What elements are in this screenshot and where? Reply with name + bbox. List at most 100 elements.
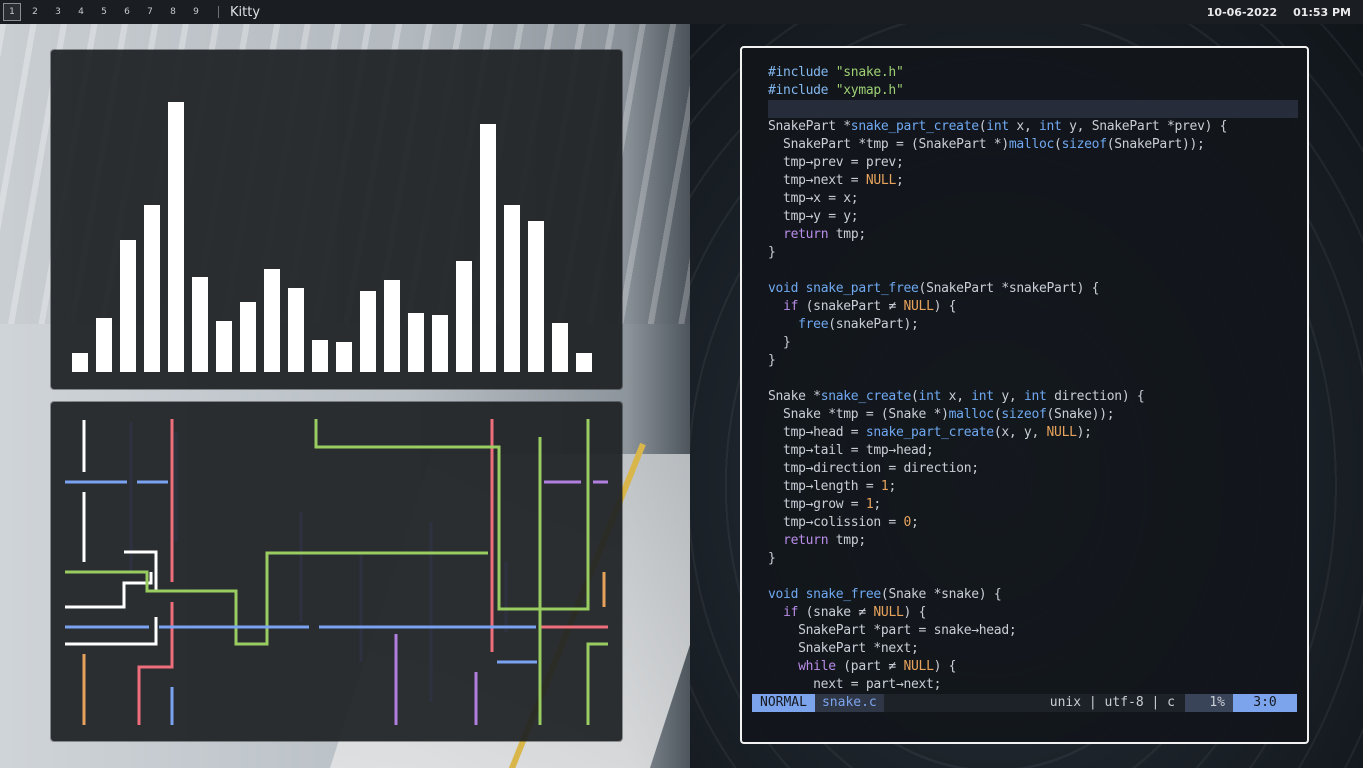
- code-line: tmp→colission = 0;: [768, 514, 1298, 532]
- code-line: tmp→grow = 1;: [768, 496, 1298, 514]
- visualizer-bar: [528, 221, 544, 372]
- top-bar: 123456789 Kitty 10-06-2022 01:53 PM: [0, 0, 1363, 24]
- workspace-1[interactable]: 1: [3, 3, 21, 21]
- code-token: ;: [895, 173, 904, 188]
- code-token: tmp→next =: [768, 173, 866, 188]
- code-line: tmp→length = 1;: [768, 478, 1298, 496]
- workspace-6[interactable]: 6: [118, 3, 136, 21]
- pipes-screensaver-window[interactable]: [51, 402, 622, 741]
- code-token: SnakePart *part = snake→head;: [768, 623, 1017, 638]
- code-token: int: [986, 119, 1009, 134]
- workspace-9[interactable]: 9: [187, 3, 205, 21]
- code-token: x,: [1008, 119, 1039, 134]
- code-token: tmp→prev = prev;: [768, 155, 904, 170]
- code-token: "snake.h": [835, 65, 904, 80]
- code-token: int: [1039, 119, 1062, 134]
- code-token: direction) {: [1046, 389, 1145, 404]
- code-token: ) {: [933, 659, 957, 674]
- code-token: Snake *: [768, 389, 821, 404]
- code-token: tmp→colission =: [768, 515, 904, 530]
- code-token: malloc: [948, 407, 994, 422]
- pipe-segment-green: [586, 642, 608, 725]
- code-token: if: [783, 299, 799, 314]
- code-token: snake_create: [820, 389, 912, 404]
- code-token: );: [1076, 425, 1092, 440]
- code-token: NULL: [865, 173, 896, 188]
- code-token: NULL: [903, 659, 934, 674]
- code-token: (snakePart);: [828, 317, 919, 332]
- code-token: ) {: [933, 299, 957, 314]
- code-token: }: [768, 551, 776, 566]
- code-token: Snake *tmp = (Snake *): [768, 407, 949, 422]
- kitty-terminal-window[interactable]: #include "snake.h" #include "xymap.h" Sna…: [740, 46, 1309, 744]
- visualizer-bar: [504, 205, 520, 372]
- pipe-segment-green: [65, 551, 488, 646]
- code-line: void snake_free(Snake *snake) {: [768, 586, 1298, 604]
- code-line: SnakePart *part = snake→head;: [768, 622, 1298, 640]
- workspace-5[interactable]: 5: [95, 3, 113, 21]
- visualizer-bar: [336, 342, 352, 372]
- code-line: }: [768, 334, 1298, 352]
- workspace-8[interactable]: 8: [164, 3, 182, 21]
- code-line: void snake_part_free(SnakePart *snakePar…: [768, 280, 1298, 298]
- code-line: next = part→next;: [768, 676, 1298, 694]
- code-token: tmp→grow =: [768, 497, 866, 512]
- code-token: SnakePart *next;: [768, 641, 919, 656]
- workspace-7[interactable]: 7: [141, 3, 159, 21]
- pipe-segment-white: [65, 617, 158, 646]
- visualizer-bar: [312, 340, 328, 372]
- code-token: (Snake *snake) {: [880, 587, 1002, 602]
- code-token: sizeof: [1061, 137, 1107, 152]
- code-token: ;: [888, 479, 896, 494]
- code-token: tmp→head =: [768, 425, 866, 440]
- pipe-segment-white: [65, 572, 153, 609]
- workspace-list: 123456789: [0, 3, 210, 21]
- editor-buffer[interactable]: #include "snake.h" #include "xymap.h" Sna…: [768, 64, 1298, 694]
- code-token: tmp→y = y;: [768, 209, 859, 224]
- statusline-filename: snake.c: [814, 694, 884, 712]
- clock: 10-06-2022 01:53 PM: [1191, 0, 1351, 24]
- workspace-2[interactable]: 2: [26, 3, 44, 21]
- code-line: tmp→direction = direction;: [768, 460, 1298, 478]
- code-token: }: [768, 353, 776, 368]
- visualizer-bar: [264, 269, 280, 372]
- visualizer-bar: [216, 321, 232, 372]
- code-token: y,: [993, 389, 1024, 404]
- code-token: tmp;: [828, 533, 866, 548]
- code-token: int: [1023, 389, 1047, 404]
- audio-visualizer-window[interactable]: [51, 50, 622, 389]
- pipes-canvas: [65, 419, 608, 725]
- visualizer-bar: [480, 124, 496, 372]
- statusline-percent: 1%: [1185, 694, 1233, 712]
- code-token: ) {: [903, 605, 927, 620]
- workspace-4[interactable]: 4: [72, 3, 90, 21]
- window-title: Kitty: [230, 4, 261, 20]
- code-token: (SnakePart));: [1106, 137, 1205, 152]
- code-token: int: [918, 389, 942, 404]
- code-line: Snake *tmp = (Snake *)malloc(sizeof(Snak…: [768, 406, 1298, 424]
- code-line: tmp→x = x;: [768, 190, 1298, 208]
- topbar-separator: [218, 6, 219, 18]
- clock-time: 01:53 PM: [1293, 5, 1351, 19]
- visualizer-bar: [408, 313, 424, 372]
- code-line: tmp→tail = tmp→head;: [768, 442, 1298, 460]
- code-line: if (snake ≠ NULL) {: [768, 604, 1298, 622]
- workspace-3[interactable]: 3: [49, 3, 67, 21]
- code-token: SnakePart *tmp = (SnakePart *): [768, 137, 1009, 152]
- code-token: return: [783, 533, 829, 548]
- code-line: }: [768, 550, 1298, 568]
- code-line: if (snakePart ≠ NULL) {: [768, 298, 1298, 316]
- code-line: tmp→next = NULL;: [768, 172, 1298, 190]
- code-line: return tmp;: [768, 226, 1298, 244]
- visualizer-bar: [120, 240, 136, 372]
- code-token: (: [1054, 137, 1062, 152]
- visualizer-bars: [72, 102, 592, 372]
- code-token: free: [798, 317, 829, 332]
- visualizer-bar: [96, 318, 112, 372]
- code-token: snake_part_create: [865, 425, 994, 440]
